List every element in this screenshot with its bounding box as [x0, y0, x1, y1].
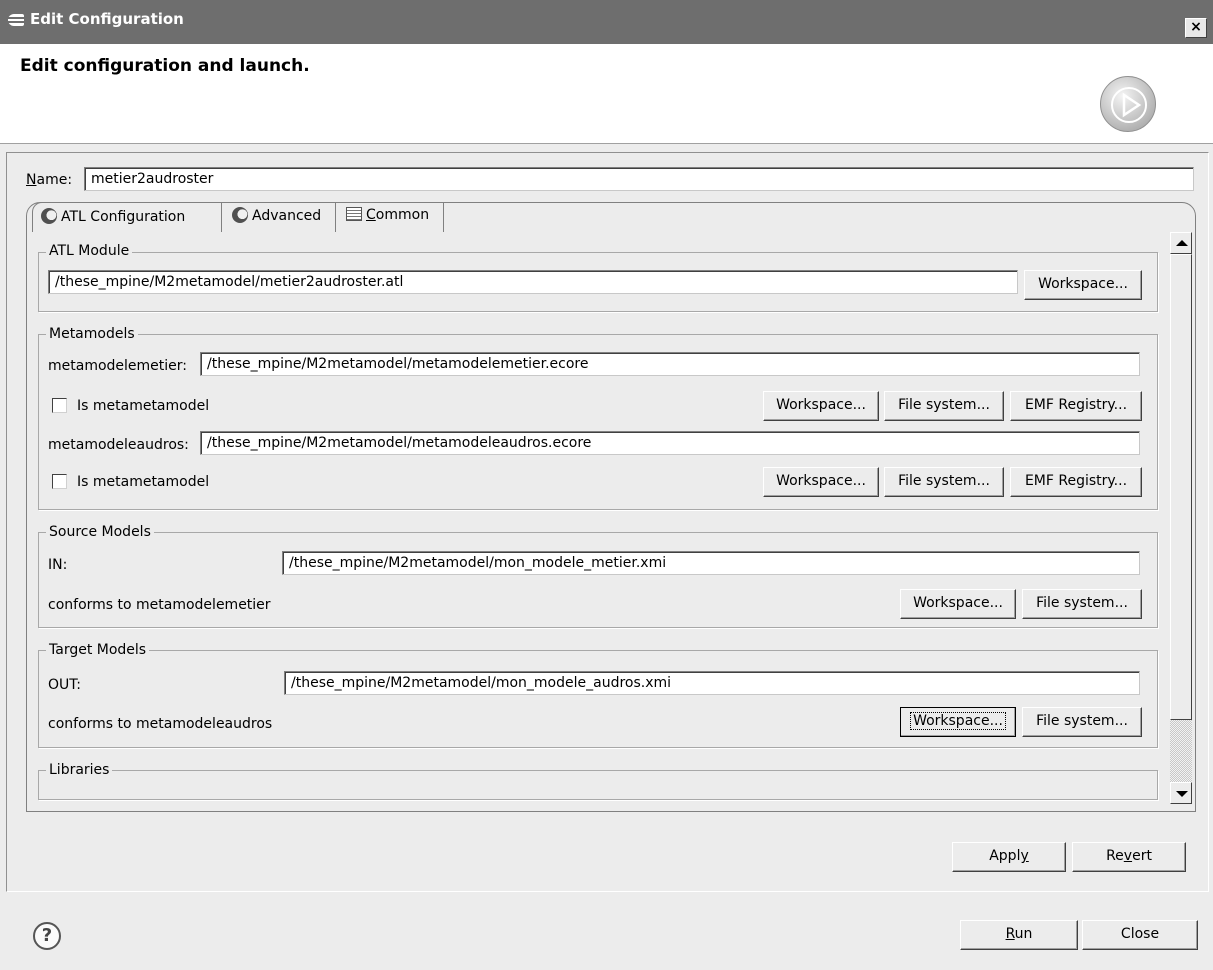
target-out-path-input[interactable]: /these_mpine/M2metamodel/mon_modele_audr…	[284, 671, 1140, 695]
target-workspace-button[interactable]: Workspace...	[900, 707, 1016, 737]
libraries-title: Libraries	[46, 762, 113, 778]
name-input[interactable]: metier2audroster	[84, 167, 1194, 191]
metamodelemetier-checkbox[interactable]	[52, 398, 67, 413]
scroll-down-button[interactable]	[1170, 782, 1192, 804]
metamodelemetier-path-input[interactable]: /these_mpine/M2metamodel/metamodelemetie…	[200, 352, 1140, 376]
atl-module-path-input[interactable]: /these_mpine/M2metamodel/metier2audroste…	[48, 270, 1018, 294]
help-icon[interactable]: ?	[33, 922, 61, 950]
window-titlebar: Edit Configuration ×	[0, 0, 1213, 44]
arrow-up-icon	[1176, 240, 1188, 246]
scroll-track[interactable]	[1170, 720, 1192, 782]
atl-icon	[232, 207, 248, 223]
revert-button[interactable]: Revert	[1072, 842, 1186, 872]
source-models-title: Source Models	[46, 524, 154, 540]
run-icon	[1100, 76, 1156, 132]
dialog-header: Edit configuration and launch.	[0, 44, 1213, 144]
name-label: Name:	[26, 172, 73, 188]
target-models-title: Target Models	[46, 642, 150, 658]
scroll-up-button[interactable]	[1170, 232, 1192, 254]
atl-module-title: ATL Module	[46, 243, 133, 259]
close-button[interactable]: Close	[1082, 920, 1198, 950]
close-window-button[interactable]: ×	[1185, 18, 1207, 38]
atl-icon	[41, 208, 57, 224]
tab-atl-configuration[interactable]: ATL Configuration	[32, 202, 222, 232]
metamodeleaudros-workspace-button[interactable]: Workspace...	[763, 467, 879, 497]
metamodelemetier-label: metamodelemetier:	[48, 358, 187, 374]
target-conforms-label: conforms to metamodeleaudros	[48, 716, 273, 732]
metamodeleaudros-emf-registry-button[interactable]: EMF Registry...	[1010, 467, 1142, 497]
metamodelemetier-workspace-button[interactable]: Workspace...	[763, 391, 879, 421]
source-workspace-button[interactable]: Workspace...	[900, 589, 1016, 619]
eclipse-icon	[8, 14, 24, 26]
metamodelemetier-filesystem-button[interactable]: File system...	[884, 391, 1004, 421]
metamodeleaudros-label: metamodeleaudros:	[48, 437, 189, 453]
dialog-heading: Edit configuration and launch.	[20, 56, 310, 76]
source-filesystem-button[interactable]: File system...	[1022, 589, 1142, 619]
vertical-scrollbar[interactable]	[1170, 232, 1192, 804]
apply-button[interactable]: Apply	[952, 842, 1066, 872]
scroll-thumb[interactable]	[1170, 254, 1192, 720]
run-button[interactable]: Run	[960, 920, 1078, 950]
source-conforms-label: conforms to metamodelemetier	[48, 597, 271, 613]
metamodelemetier-checkbox-label: Is metametamodel	[77, 398, 210, 414]
target-out-label: OUT:	[48, 677, 81, 693]
metamodelemetier-emf-registry-button[interactable]: EMF Registry...	[1010, 391, 1142, 421]
libraries-group	[38, 770, 1158, 800]
source-in-label: IN:	[48, 557, 68, 573]
list-icon	[346, 207, 362, 221]
metamodeleaudros-path-input[interactable]: /these_mpine/M2metamodel/metamodeleaudro…	[200, 431, 1140, 455]
window-title: Edit Configuration	[30, 10, 184, 28]
metamodeleaudros-checkbox-label: Is metametamodel	[77, 474, 210, 490]
arrow-down-icon	[1176, 791, 1188, 797]
source-in-path-input[interactable]: /these_mpine/M2metamodel/mon_modele_meti…	[282, 551, 1140, 575]
tab-advanced[interactable]: Advanced	[224, 202, 336, 232]
tab-common[interactable]: Common	[338, 202, 444, 232]
target-filesystem-button[interactable]: File system...	[1022, 707, 1142, 737]
atl-module-workspace-button[interactable]: Workspace...	[1024, 270, 1142, 300]
metamodels-title: Metamodels	[46, 326, 138, 342]
metamodeleaudros-filesystem-button[interactable]: File system...	[884, 467, 1004, 497]
metamodeleaudros-checkbox[interactable]	[52, 474, 67, 489]
